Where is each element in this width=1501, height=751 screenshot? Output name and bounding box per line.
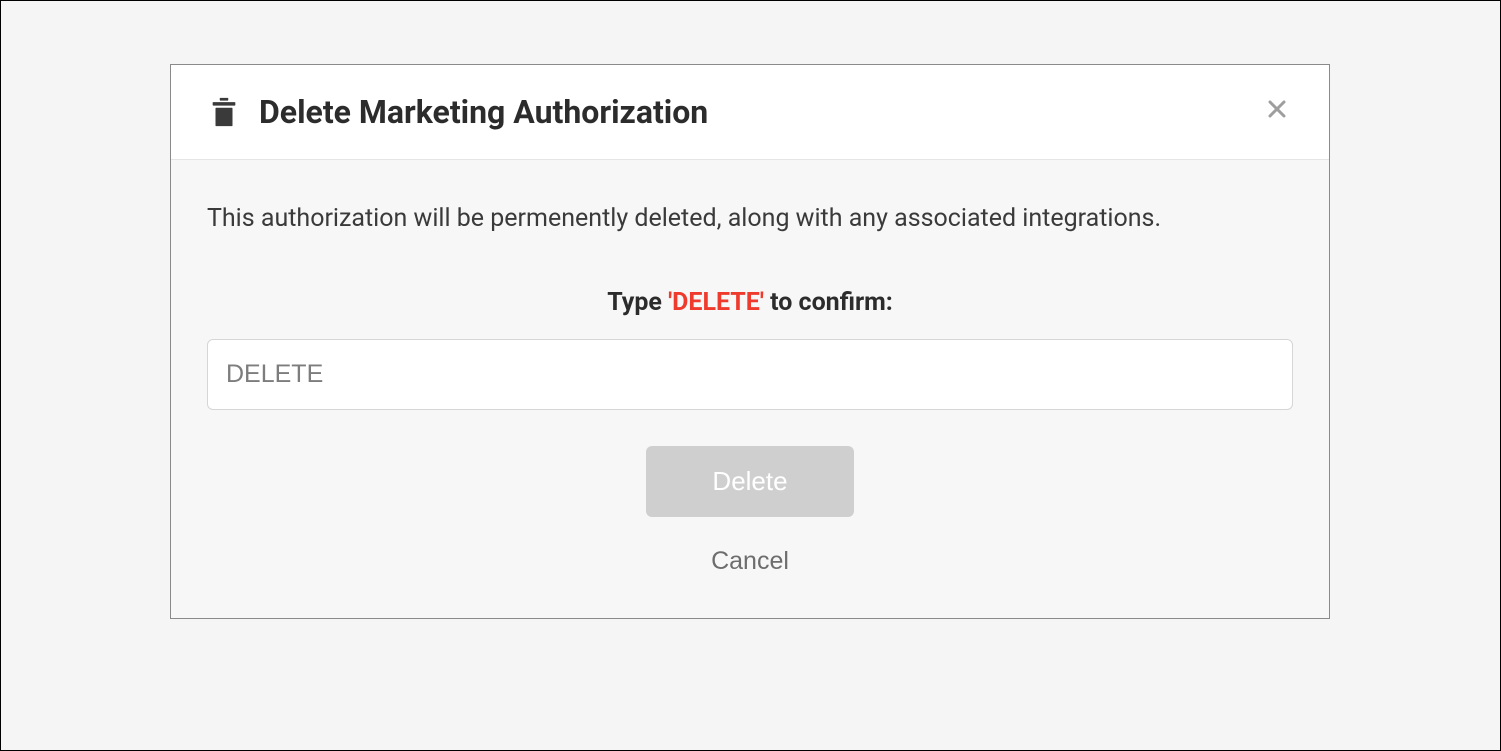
trash-icon: [207, 95, 241, 129]
modal-body: This authorization will be permenently d…: [171, 160, 1329, 618]
warning-text: This authorization will be permenently d…: [207, 200, 1293, 238]
cancel-button[interactable]: Cancel: [711, 547, 789, 576]
delete-button[interactable]: Delete: [646, 446, 853, 517]
modal-header: Delete Marketing Authorization: [171, 65, 1329, 160]
confirm-label: Type 'DELETE' to confirm:: [207, 288, 1293, 317]
confirm-input[interactable]: [207, 339, 1293, 410]
close-button[interactable]: [1261, 93, 1293, 131]
confirm-suffix: to confirm:: [764, 288, 893, 317]
close-icon: [1265, 95, 1289, 128]
delete-authorization-modal: Delete Marketing Authorization This auth…: [170, 64, 1330, 619]
modal-actions: Delete Cancel: [207, 446, 1293, 576]
confirm-keyword: 'DELETE': [668, 288, 764, 317]
modal-title: Delete Marketing Authorization: [259, 93, 1261, 131]
confirm-prefix: Type: [607, 288, 668, 317]
